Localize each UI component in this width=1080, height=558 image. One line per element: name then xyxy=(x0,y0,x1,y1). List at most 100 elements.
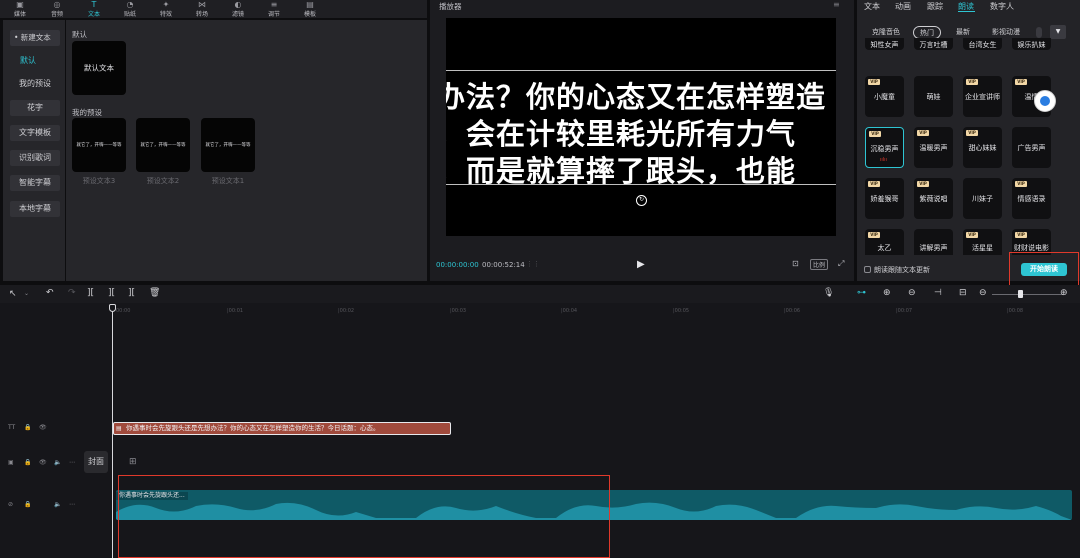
time-ruler[interactable] xyxy=(108,303,1080,317)
voice-tile-sweet-sister[interactable]: VIP 甜心妹妹 xyxy=(963,127,1002,168)
preset-card-1[interactable]: 就它了，开嗨——等等 xyxy=(201,118,255,172)
voice-tile-partial-2[interactable]: 万言吐槽 xyxy=(914,38,953,50)
expand-icon[interactable]: ⤢ xyxy=(838,259,844,269)
playing-wave-icon: ıılıı xyxy=(880,157,887,163)
nav-item-default[interactable]: 默认 xyxy=(10,53,60,69)
nav-item-fancy-text[interactable]: 花字 xyxy=(10,100,60,116)
voice-tile-corporate[interactable]: VIP 企业宣讲师 xyxy=(963,76,1002,117)
video-preview[interactable]: 办法？你的心态又在怎样塑造 ，会在计较里耗光所有力气 ，而是就算摔了跟头，也能 … xyxy=(446,18,836,236)
undo-icon[interactable]: ↶ xyxy=(46,288,54,298)
vip-badge: VIP xyxy=(917,130,929,136)
voice-tile-partial-3[interactable]: 台湾女生 xyxy=(963,38,1002,50)
playhead-handle[interactable] xyxy=(109,304,116,312)
preset-card-3[interactable]: 就它了，开嗨——等等 xyxy=(72,118,126,172)
toolbar-template[interactable]: ▤ 模板 xyxy=(296,0,324,18)
voice-tile-partial-4[interactable]: 娱乐扒妹 xyxy=(1012,38,1051,50)
main-track-magnet-icon[interactable]: ⊶ xyxy=(857,288,866,298)
caption-icon[interactable]: ⊟ xyxy=(959,288,967,298)
voice-tile-partial-1[interactable]: 知性女声 xyxy=(865,38,904,50)
cover-button[interactable]: 封面 xyxy=(84,451,108,473)
tab-digital-human[interactable]: 数字人 xyxy=(990,1,1014,12)
nav-item-my-presets[interactable]: 我的预设 xyxy=(10,76,60,92)
chip-dropdown-icon[interactable]: ▼ xyxy=(1050,25,1066,39)
select-cursor-icon[interactable]: ↖ xyxy=(9,289,17,299)
voice-tile-shy-monkey[interactable]: VIP 娇羞猴哥 xyxy=(865,178,904,219)
toolbar-transition[interactable]: ⋈ 转场 xyxy=(188,0,216,18)
nav-item-auto-captions[interactable]: 智能字幕 xyxy=(10,175,60,191)
tab-text[interactable]: 文本 xyxy=(864,1,880,12)
nav-item-local-captions[interactable]: 本地字幕 xyxy=(10,201,60,217)
tick-label: |00:08 xyxy=(1007,308,1024,314)
volume-icon[interactable]: 🔈 xyxy=(54,459,61,466)
toolbar-adjust[interactable]: ≡ 调节 xyxy=(260,0,288,18)
toolbar-filter[interactable]: ◐ 滤镜 xyxy=(224,0,252,18)
voice-tile-sichuan-girl[interactable]: 川妹子 xyxy=(963,178,1002,219)
template-icon: ▤ xyxy=(306,0,314,9)
text-clip[interactable]: ▤ 你遇事时会先旋跟头还是先想办法？你的心态又在怎样塑造你的生活？今日话题：心态… xyxy=(113,422,451,435)
voice-name: 小魔童 xyxy=(874,93,895,101)
follow-text-checkbox[interactable] xyxy=(864,266,871,273)
subtitle-line-2: ，会在计较里耗光所有力气 xyxy=(446,117,797,151)
voice-tile-steady-male[interactable]: VIP 沉稳男声 ıılıı xyxy=(865,127,904,168)
main-toolbar: ▣ 媒体 ◎ 音频 T 文本 ◔ 贴纸 ✦ 特效 ⋈ 转场 ◐ 滤镜 ≡ 调节 ▤ 模板 xyxy=(0,0,427,18)
filter-icon: ◐ xyxy=(234,0,242,9)
volume-icon[interactable]: 🔈 xyxy=(54,501,61,508)
timecode-grid-icon[interactable]: ⋮⋮ xyxy=(526,260,540,268)
ratio-button[interactable]: 比例 xyxy=(810,259,829,270)
default-text-card[interactable]: 默认文本 xyxy=(72,41,126,95)
voice-tile-explainer-male[interactable]: 讲解男声 xyxy=(914,229,953,255)
menu-icon[interactable]: ≡ xyxy=(833,0,840,9)
split-icon[interactable]: ][ xyxy=(87,288,94,298)
toolbar-sticker[interactable]: ◔ 贴纸 xyxy=(116,0,144,18)
zoom-in-icon[interactable]: ⊕ xyxy=(1060,288,1068,298)
redo-icon[interactable]: ↷ xyxy=(68,288,76,298)
preset-card-1-text: 就它了，开嗨——等等 xyxy=(205,143,251,148)
voice-tile-star[interactable]: VIP 活星星 xyxy=(963,229,1002,255)
text-clip-label: 你遇事时会先旋跟头还是先想办法？你的心态又在怎样塑造你的生活？今日话题：心态。 xyxy=(126,424,380,432)
tick-label: |00:06 xyxy=(784,308,801,314)
tab-tracking[interactable]: 跟踪 xyxy=(927,1,943,12)
voice-name: 台湾女生 xyxy=(968,41,997,49)
voice-tile-mengwa[interactable]: 萌娃 xyxy=(914,76,953,117)
nav-item-recognize-lyrics[interactable]: 识别歌词 xyxy=(10,150,60,166)
zoom-out-icon[interactable]: ⊖ xyxy=(979,288,987,298)
voice-tile-ziwei-rap[interactable]: VIP 紫薇说唱 xyxy=(914,178,953,219)
link-icon[interactable]: ⊖ xyxy=(908,288,916,298)
lock-icon[interactable]: 🔒 xyxy=(24,424,31,431)
zoom-slider-thumb[interactable] xyxy=(1018,290,1023,298)
voice-tile-xiaomotong[interactable]: VIP 小魔童 xyxy=(865,76,904,117)
play-icon[interactable]: ▶ xyxy=(637,259,645,270)
lock-icon[interactable]: 🔒 xyxy=(24,501,31,508)
toolbar-media[interactable]: ▣ 媒体 xyxy=(6,0,34,18)
microphone-icon[interactable]: 🎙 xyxy=(823,288,834,298)
vip-badge: VIP xyxy=(1015,79,1027,85)
split-right-icon[interactable]: ][ xyxy=(128,288,135,298)
floating-assistant-button[interactable] xyxy=(1034,90,1056,112)
rotate-handle-icon[interactable]: ↻ xyxy=(636,195,647,206)
auto-snap-icon[interactable]: ⊕ xyxy=(883,288,891,298)
voice-tile-warm-male[interactable]: VIP 温暖男声 xyxy=(914,127,953,168)
new-text-button[interactable]: • 新建文本 xyxy=(10,30,60,46)
preset-card-2[interactable]: 就它了，开嗨——等等 xyxy=(136,118,190,172)
voice-tile-taiyi[interactable]: VIP 太乙 xyxy=(865,229,904,255)
voice-tile-ad-male[interactable]: 广告男声 xyxy=(1012,127,1051,168)
preview-axis-icon[interactable]: ⊣ xyxy=(934,288,942,298)
zoom-slider-track[interactable] xyxy=(992,294,1064,295)
eye-icon[interactable]: 👁 xyxy=(39,424,47,431)
fullscreen-crop-icon[interactable]: ⊡ xyxy=(792,259,799,268)
lock-icon[interactable]: 🔒 xyxy=(24,459,31,466)
nav-item-text-template[interactable]: 文字模板 xyxy=(10,125,60,141)
tab-animation[interactable]: 动画 xyxy=(895,1,911,12)
add-media-icon[interactable]: ⊞ xyxy=(129,457,137,467)
toolbar-effects[interactable]: ✦ 特效 xyxy=(152,0,180,18)
audio-icon: ◎ xyxy=(53,0,61,9)
split-left-icon[interactable]: ][ xyxy=(108,288,115,298)
delete-icon[interactable]: 🗑 xyxy=(149,288,160,298)
voice-tile-emotional[interactable]: VIP 情感语录 xyxy=(1012,178,1051,219)
more-icon[interactable]: ⋯ xyxy=(69,501,75,508)
chevron-down-icon[interactable]: ⌄ xyxy=(24,290,29,297)
toolbar-text[interactable]: T 文本 xyxy=(80,0,108,18)
toolbar-audio[interactable]: ◎ 音频 xyxy=(43,0,71,18)
eye-icon[interactable]: 👁 xyxy=(39,459,47,466)
more-icon[interactable]: ⋯ xyxy=(69,459,75,466)
